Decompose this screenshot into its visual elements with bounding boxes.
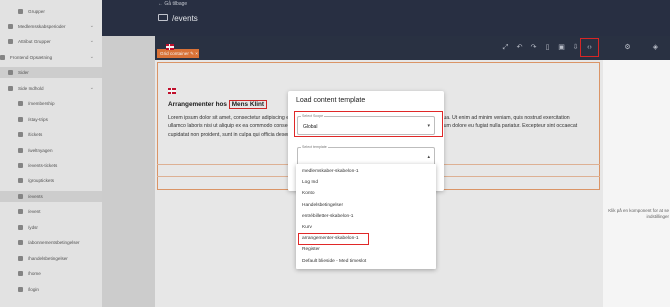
sidebar-item[interactable]: Grupper (0, 6, 102, 17)
sidebar-item-label: Medlemsskabsperioder (18, 24, 66, 29)
settings-gear-icon[interactable]: ⚙ (623, 43, 632, 52)
sidebar-item-label: Frontend Opsætning (10, 55, 53, 60)
sidebar-item-label: /login (28, 287, 39, 292)
sidebar-item-icon (18, 117, 23, 122)
sidebar-item[interactable]: /events-tickets (0, 160, 102, 171)
sidebar-item-icon (18, 271, 23, 276)
template-option[interactable]: Kurv (296, 222, 436, 233)
sidebar-item-label: /membership (28, 101, 55, 106)
sidebar-item[interactable]: /abonnementsbetingelser (0, 237, 102, 248)
sidebar-item[interactable]: Medlemsskabsperioder ⌄ (0, 21, 102, 32)
sidebar-item-icon (18, 178, 23, 183)
editor-toolbar: ⤢ ↶ ↷ ▯ ▣ ⇩ ‹› (155, 36, 603, 60)
sidebar-item-label: /grouptickets (28, 178, 55, 183)
sidebar-item[interactable]: /tickets (0, 129, 102, 140)
template-option[interactable]: entrébilletter-skabelon-1 (296, 211, 436, 222)
back-link[interactable]: ← Gå tilbage (158, 1, 187, 7)
sidebar-item-label: Side Indhold (18, 86, 44, 91)
selected-template-highlight (298, 233, 369, 245)
sidebar-item-icon (18, 101, 23, 106)
scope-highlight (294, 111, 443, 137)
sidebar-item-icon (18, 148, 23, 153)
template-option[interactable]: Log Ind (296, 177, 436, 188)
sidebar-item[interactable]: /ydsr (0, 222, 102, 233)
sidebar-item-label: /handelsbetingelser (28, 256, 68, 261)
sidebar-item[interactable]: /weltnyagen (0, 145, 102, 156)
sidebar-item-icon (8, 70, 13, 75)
grid-container-tag[interactable]: Grid container ✎ × (157, 49, 199, 58)
sidebar-item-label: /stay-trips (28, 117, 48, 122)
app-header: ← Gå tilbage /events (102, 0, 670, 36)
danish-flag-icon (166, 44, 174, 50)
template-label: Select template (301, 145, 328, 149)
sidebar-item[interactable]: Sider (0, 67, 102, 78)
sidebar-item-label: Sider (18, 70, 29, 75)
sidebar-item[interactable]: Attribut Grupper ⌄ (0, 36, 102, 47)
template-option[interactable]: Handelsbetingelser (296, 200, 436, 211)
heading-name-highlight: Mens Klint (228, 100, 268, 109)
sidebar-item-label: /ydsr (28, 225, 38, 230)
sidebar-item-icon (18, 225, 23, 230)
modal-title: Load content template (296, 97, 366, 104)
chevron-down-icon[interactable]: ⌄ (90, 54, 94, 60)
sidebar-item[interactable]: /home (0, 268, 102, 279)
chevron-up-icon: ▴ (427, 154, 430, 160)
sidebar-item-label: Grupper (28, 9, 45, 14)
sidebar-item-label: /home (28, 271, 41, 276)
save-icon[interactable]: ▣ (557, 43, 566, 52)
sidebar-item[interactable]: /handelsbetingelser (0, 253, 102, 264)
sidebar-item[interactable]: Side Indhold ⌄ (0, 83, 102, 94)
sidebar-item[interactable]: /login (0, 284, 102, 295)
sidebar-item-icon (18, 209, 23, 214)
sidebar: Grupper Medlemsskabsperioder ⌄ Attribut Gru… (0, 0, 102, 307)
sidebar-item-label: /events-tickets (28, 163, 58, 168)
layers-icon[interactable]: ◈ (651, 43, 660, 52)
sidebar-item-icon (18, 240, 23, 245)
code-view-highlight (580, 38, 599, 57)
undo-icon[interactable]: ↶ (515, 43, 524, 52)
panel-tabs: ⚙ ◈ (603, 36, 670, 60)
heading-prefix: Arrangementer hos (168, 101, 229, 108)
sidebar-item-icon (18, 256, 23, 261)
sidebar-item[interactable]: /event (0, 206, 102, 217)
sidebar-item-icon (18, 287, 23, 292)
sidebar-item-icon (8, 39, 13, 44)
sidebar-item-label: /events (28, 194, 43, 199)
fullscreen-icon[interactable]: ⤢ (501, 43, 510, 52)
sidebar-item-icon (18, 194, 23, 199)
delete-icon[interactable]: ▯ (543, 43, 552, 52)
template-option[interactable]: medlemskaber-skabelon-1 (296, 166, 436, 177)
sidebar-item[interactable]: Frontend Opsætning ⌄ (0, 52, 102, 63)
sidebar-item[interactable]: /membership (0, 98, 102, 109)
sidebar-item-icon (18, 132, 23, 137)
template-option[interactable]: Konto (296, 188, 436, 199)
sidebar-item-label: /tickets (28, 132, 43, 137)
panel-hint: Klik på en komponent for at se indstilli… (608, 208, 669, 219)
settings-panel: ⚙ ◈ Klik på en komponent for at se indst… (603, 36, 670, 307)
sidebar-item-icon (18, 163, 23, 168)
template-option[interactable]: Register (296, 244, 436, 255)
sidebar-item-icon (8, 86, 13, 91)
import-icon[interactable]: ⇩ (571, 43, 580, 52)
sidebar-item-label: /weltnyagen (28, 148, 53, 153)
sidebar-item[interactable]: /grouptickets (0, 175, 102, 186)
events-heading[interactable]: Arrangementer hos Mens Klint (168, 100, 268, 109)
sidebar-item-icon (0, 55, 5, 60)
page-icon (158, 14, 168, 21)
sidebar-item-label: /abonnementsbetingelser (28, 240, 80, 245)
page-title: /events (172, 14, 198, 23)
template-option[interactable]: Default blieside - Med timeslot (296, 256, 436, 267)
sidebar-item-icon (8, 24, 13, 29)
sidebar-item[interactable]: /events (0, 191, 102, 202)
chevron-down-icon[interactable]: ⌄ (90, 38, 94, 44)
chevron-down-icon[interactable]: ⌄ (90, 23, 94, 29)
danish-flag-icon (168, 88, 176, 94)
template-dropdown: medlemskaber-skabelon-1 Log Ind Konto Hande… (296, 164, 436, 269)
sidebar-item-icon (18, 9, 23, 14)
sidebar-item-label: Attribut Grupper (18, 39, 51, 44)
chevron-down-icon[interactable]: ⌄ (90, 85, 94, 91)
sidebar-item-label: /event (28, 209, 41, 214)
redo-icon[interactable]: ↷ (529, 43, 538, 52)
sidebar-item[interactable]: /stay-trips (0, 114, 102, 125)
